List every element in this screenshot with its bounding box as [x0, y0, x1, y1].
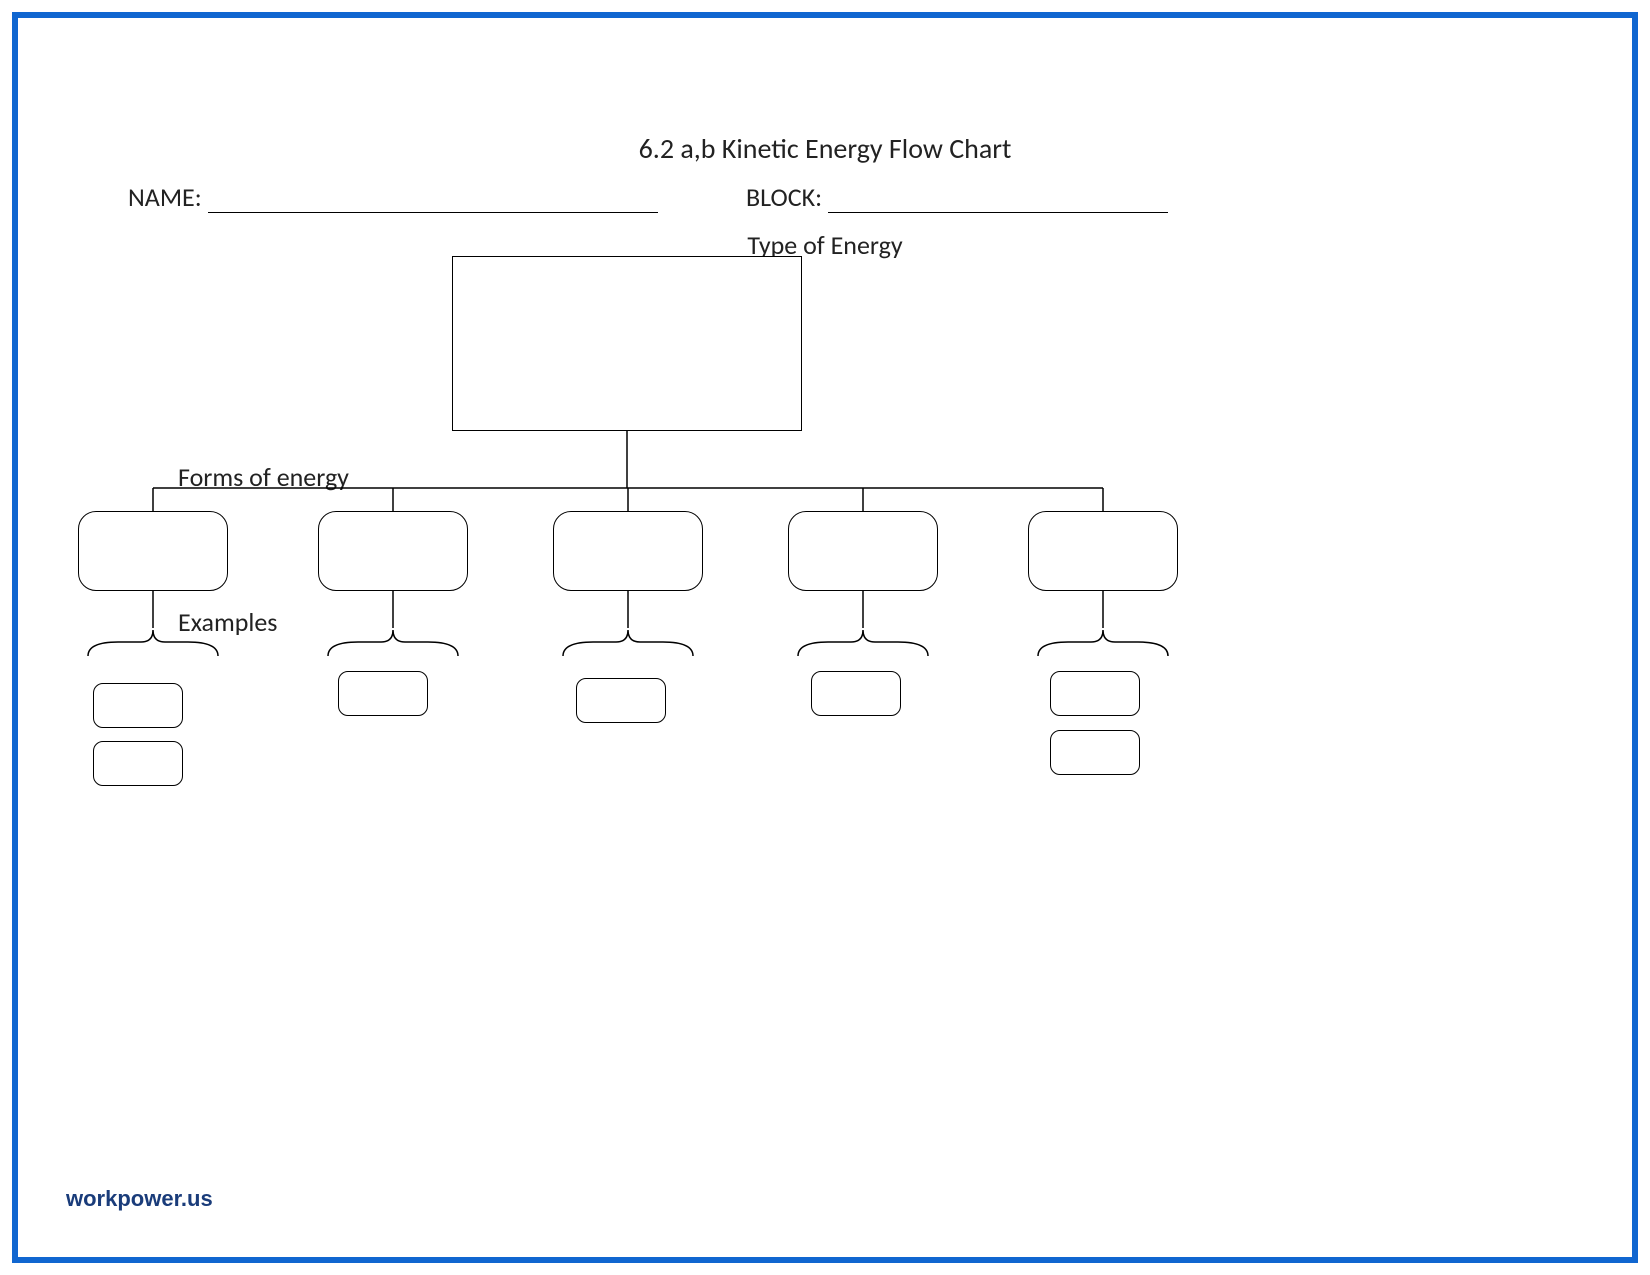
forms-of-energy-label: Forms of energy — [178, 461, 349, 493]
block-input-line[interactable] — [828, 191, 1168, 213]
form-box-1[interactable] — [78, 511, 228, 591]
watermark: workpower.us — [66, 1186, 213, 1212]
name-label: NAME: — [128, 181, 202, 213]
example-box-3a[interactable] — [576, 678, 666, 723]
type-of-energy-box[interactable] — [452, 256, 802, 431]
form-box-2[interactable] — [318, 511, 468, 591]
block-field: BLOCK: — [746, 181, 1168, 213]
worksheet-content: 6.2 a,b Kinetic Energy Flow Chart NAME: … — [18, 18, 1632, 1257]
bracket-5 — [1033, 628, 1173, 658]
form-box-5[interactable] — [1028, 511, 1178, 591]
bracket-2 — [323, 628, 463, 658]
bracket-3 — [558, 628, 698, 658]
form-box-3[interactable] — [553, 511, 703, 591]
example-box-5b[interactable] — [1050, 730, 1140, 775]
type-of-energy-label: Type of Energy — [18, 229, 1632, 261]
bracket-1 — [83, 628, 223, 658]
example-box-2a[interactable] — [338, 671, 428, 716]
example-box-5a[interactable] — [1050, 671, 1140, 716]
example-box-4a[interactable] — [811, 671, 901, 716]
worksheet-title: 6.2 a,b Kinetic Energy Flow Chart — [18, 131, 1632, 166]
block-label: BLOCK: — [746, 181, 822, 213]
form-box-4[interactable] — [788, 511, 938, 591]
example-box-1b[interactable] — [93, 741, 183, 786]
page-frame: 6.2 a,b Kinetic Energy Flow Chart NAME: … — [12, 12, 1638, 1263]
name-input-line[interactable] — [208, 191, 658, 213]
example-box-1a[interactable] — [93, 683, 183, 728]
bracket-4 — [793, 628, 933, 658]
name-field: NAME: — [128, 181, 658, 213]
